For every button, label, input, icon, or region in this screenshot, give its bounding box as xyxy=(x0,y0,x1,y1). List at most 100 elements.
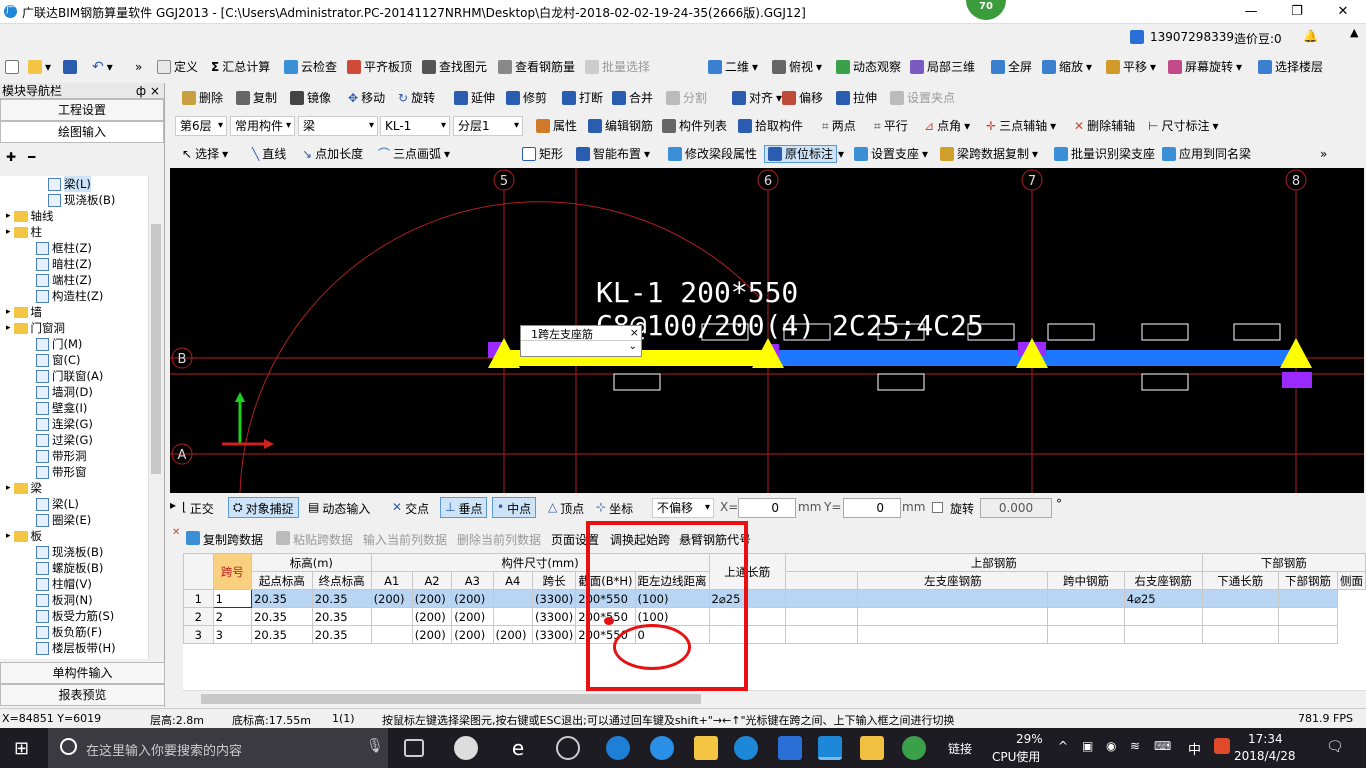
collapse-all-icon[interactable]: ━ xyxy=(28,150,35,164)
category-select[interactable]: 常用构件 xyxy=(230,116,295,136)
table-cell[interactable]: (200) xyxy=(492,625,534,644)
tree-node[interactable]: 现浇板(B) xyxy=(48,192,115,208)
ie-icon[interactable] xyxy=(650,736,674,760)
table-cell[interactable] xyxy=(784,607,859,626)
zoom-button[interactable]: 缩放 ▾ xyxy=(1042,58,1092,76)
dimension-button[interactable]: ⊢ 尺寸标注 ▾ xyxy=(1148,117,1219,135)
arc-button[interactable]: ⌒ 三点画弧 ▾ xyxy=(378,145,450,163)
batch-identify-support-button[interactable]: 批量识别梁支座 xyxy=(1054,145,1155,163)
tray-app-icon[interactable]: ▣ xyxy=(1082,739,1093,753)
modify-beam-props-button[interactable]: 修改梁段属性 xyxy=(668,145,757,163)
expander-icon[interactable]: ▸ xyxy=(6,320,11,336)
dynamic-input-toggle[interactable]: ▤ 动态输入 xyxy=(308,500,370,517)
table-cell[interactable] xyxy=(784,625,859,644)
tree-node[interactable]: ▸ 墙 xyxy=(6,304,42,320)
windows-start-icon[interactable]: ⊞ xyxy=(14,738,29,759)
table-cell[interactable]: 20.35 xyxy=(311,625,372,644)
table-cell[interactable]: (3300) xyxy=(531,625,577,644)
table-cell[interactable] xyxy=(857,589,1049,608)
floor-select[interactable]: 第6层 xyxy=(175,116,227,136)
in-place-annotation-button[interactable]: 原位标注 xyxy=(764,145,838,163)
table-cell[interactable] xyxy=(370,625,413,644)
rotate-input[interactable]: 0.000 xyxy=(980,498,1052,518)
select-floor-button[interactable]: 选择楼层 xyxy=(1258,58,1323,76)
expander-icon[interactable]: ▸ xyxy=(6,528,11,544)
ortho-toggle[interactable]: ⌊ 正交 xyxy=(182,500,214,517)
tree-node[interactable]: 端柱(Z) xyxy=(36,272,92,288)
tree-node[interactable]: 带形窗 xyxy=(36,464,87,480)
more-icon[interactable]: » xyxy=(135,58,142,76)
table-cell[interactable]: 20.35 xyxy=(251,625,313,644)
merge-button[interactable]: 合并 xyxy=(612,89,653,107)
coordinate-snap[interactable]: ⊹ 坐标 xyxy=(596,500,633,517)
apply-same-name-button[interactable]: 应用到同名梁 xyxy=(1162,145,1251,163)
table-row[interactable]: 2 2 20.35 20.35 (200) (200) (3300) 200*550 (100) xyxy=(183,607,1366,626)
wifi-icon[interactable]: ≋ xyxy=(1130,739,1140,753)
three-point-axis-button[interactable]: ✛ 三点辅轴 ▾ xyxy=(986,117,1056,135)
green-app-icon[interactable] xyxy=(902,736,926,760)
trim-button[interactable]: 修剪 xyxy=(506,89,547,107)
copy-span-data-button[interactable]: 梁跨数据复制 ▾ xyxy=(940,145,1038,163)
in-place-dropdown[interactable]: ▾ xyxy=(838,145,844,163)
report-preview-button[interactable]: 报表预览 xyxy=(0,684,165,706)
coin-balance[interactable]: 造价豆:0 xyxy=(1234,30,1282,47)
table-cell[interactable]: (200) xyxy=(411,607,453,626)
table-cell[interactable] xyxy=(370,607,413,626)
chevron-down-icon[interactable]: ⌄ xyxy=(629,341,637,352)
tree-node[interactable]: 楼层板带(H) xyxy=(36,640,116,656)
table-cell[interactable]: 2 xyxy=(212,607,253,626)
rotate-checkbox[interactable] xyxy=(932,502,943,513)
offset-button[interactable]: 偏移 xyxy=(782,89,823,107)
pick-component-button[interactable]: 拾取构件 xyxy=(738,117,803,135)
table-cell[interactable] xyxy=(1047,625,1125,644)
table-cell[interactable] xyxy=(1123,607,1203,626)
expander-icon[interactable]: ▸ xyxy=(6,208,11,224)
delete-column-button[interactable]: 删除当前列数据 xyxy=(457,531,541,548)
tree-node[interactable]: 梁(L) xyxy=(36,496,79,512)
fan-app-icon[interactable] xyxy=(454,736,478,760)
close-button[interactable]: ✕ xyxy=(1320,0,1366,24)
extend-button[interactable]: 延伸 xyxy=(454,89,495,107)
tree-node[interactable]: 过梁(G) xyxy=(36,432,93,448)
define-button[interactable]: 定义 xyxy=(157,58,198,76)
tree-node[interactable]: ▸ 门窗洞 xyxy=(6,320,65,336)
notes-app-icon[interactable] xyxy=(860,736,884,760)
copy-button[interactable]: 复制 xyxy=(236,89,277,107)
grip-button[interactable]: 设置夹点 xyxy=(890,89,955,107)
close-icon[interactable]: × xyxy=(630,326,639,339)
table-cell[interactable] xyxy=(1201,589,1279,608)
local-3d-button[interactable]: 局部三维 xyxy=(910,58,975,76)
table-cell[interactable] xyxy=(1201,625,1279,644)
tree-node[interactable]: 板洞(N) xyxy=(36,592,93,608)
table-row[interactable]: 1 1 20.35 20.35 (200) (200) (200) (3300) 200*550… xyxy=(183,589,1366,608)
taskbar-search[interactable]: 在这里输入你要搜索的内容 🎙 xyxy=(48,728,388,768)
table-cell[interactable]: 20.35 xyxy=(251,589,313,608)
tree-node[interactable]: ▸ 梁 xyxy=(6,480,42,496)
delete-button[interactable]: 删除 xyxy=(182,89,223,107)
properties-button[interactable]: 属性 xyxy=(536,117,577,135)
project-settings-button[interactable]: 工程设置 xyxy=(0,99,164,121)
360-browser-icon[interactable] xyxy=(556,736,580,760)
tree-node[interactable]: 暗柱(Z) xyxy=(36,256,92,272)
vertex-snap[interactable]: △ 顶点 xyxy=(548,500,584,517)
tree-node[interactable]: 带形洞 xyxy=(36,448,87,464)
table-cell[interactable] xyxy=(492,607,534,626)
perpendicular-snap[interactable]: ⊥ 垂点 xyxy=(440,497,488,518)
line-button[interactable]: ╲ 直线 xyxy=(252,145,286,163)
calc-button[interactable]: Σ 汇总计算 xyxy=(211,58,270,76)
table-cell[interactable]: 3 xyxy=(212,625,253,644)
clock-time[interactable]: 17:34 xyxy=(1248,732,1283,746)
table-cell[interactable]: 20.35 xyxy=(311,607,372,626)
tree-node[interactable]: 连梁(G) xyxy=(36,416,93,432)
tree-node[interactable]: 壁龛(I) xyxy=(36,400,87,416)
tree-node[interactable]: 板受力筋(S) xyxy=(36,608,114,624)
layer-select[interactable]: 分层1 xyxy=(453,116,523,136)
panel-close-icon[interactable]: ✕ xyxy=(172,527,180,538)
tree-node[interactable]: 构造柱(Z) xyxy=(36,288,103,304)
expander-icon[interactable]: ▸ xyxy=(6,224,11,240)
popup-input[interactable]: ⌄ xyxy=(521,341,641,356)
task-view-icon[interactable] xyxy=(404,739,424,757)
tree-node[interactable]: 螺旋板(B) xyxy=(36,560,103,576)
intersection-snap[interactable]: ✕ 交点 xyxy=(392,500,429,517)
stretch-button[interactable]: 拉伸 xyxy=(836,89,877,107)
